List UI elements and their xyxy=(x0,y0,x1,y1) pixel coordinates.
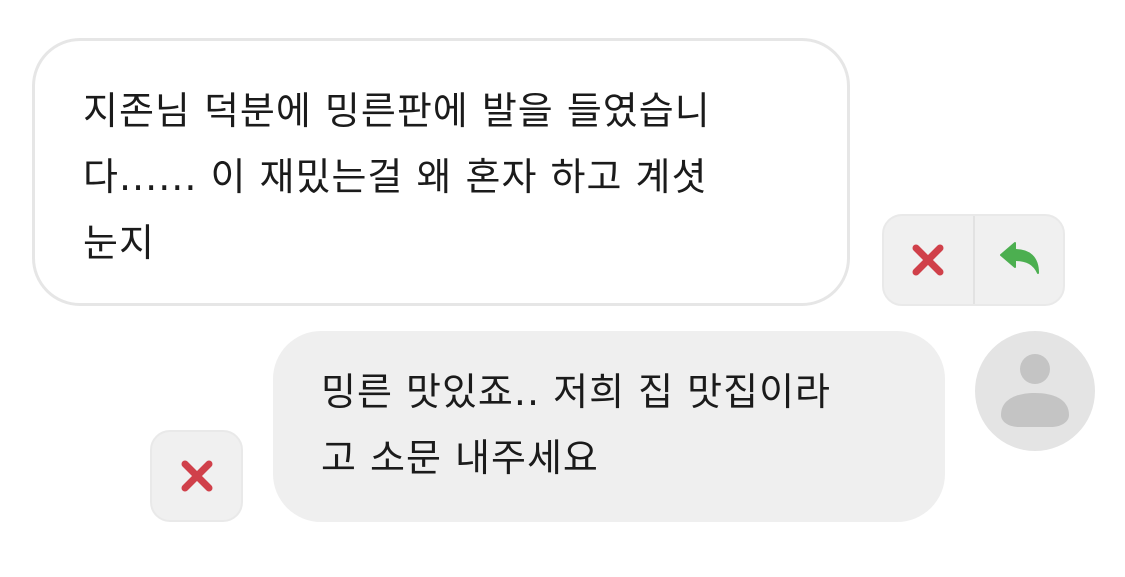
message-text-line: 다...... 이 재밌는걸 왜 혼자 하고 계셧 xyxy=(83,155,708,199)
sent-message-bubble: 밍른 맛있죠.. 저희 집 맛집이라 고 소문 내주세요 xyxy=(273,331,945,522)
close-x-icon xyxy=(912,244,944,276)
sent-message-actions xyxy=(150,430,243,522)
avatar[interactable] xyxy=(975,331,1095,451)
received-message-bubble: 지존님 덕분에 밍른판에 발을 들였습니 다...... 이 재밌는걸 왜 혼자… xyxy=(32,38,850,306)
message-text-line: 눈지 xyxy=(83,221,155,265)
message-text-line: 지존님 덕분에 밍른판에 발을 들였습니 xyxy=(83,89,711,133)
reply-button[interactable] xyxy=(972,216,1064,304)
message-text-line: 고 소문 내주세요 xyxy=(321,436,599,480)
user-silhouette-icon xyxy=(1001,354,1069,427)
close-x-icon xyxy=(181,460,212,492)
received-message-actions xyxy=(882,214,1065,306)
reply-arrow-icon xyxy=(999,242,1039,274)
delete-button[interactable] xyxy=(884,216,973,304)
delete-button[interactable] xyxy=(152,432,241,520)
message-text-line: 밍른 맛있죠.. 저희 집 맛집이라 xyxy=(321,370,831,414)
